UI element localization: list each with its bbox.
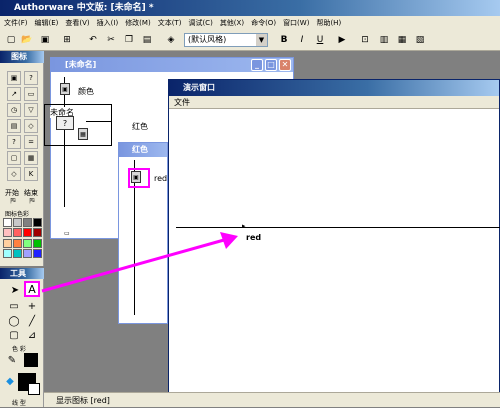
annotation-arrow (41, 232, 238, 293)
